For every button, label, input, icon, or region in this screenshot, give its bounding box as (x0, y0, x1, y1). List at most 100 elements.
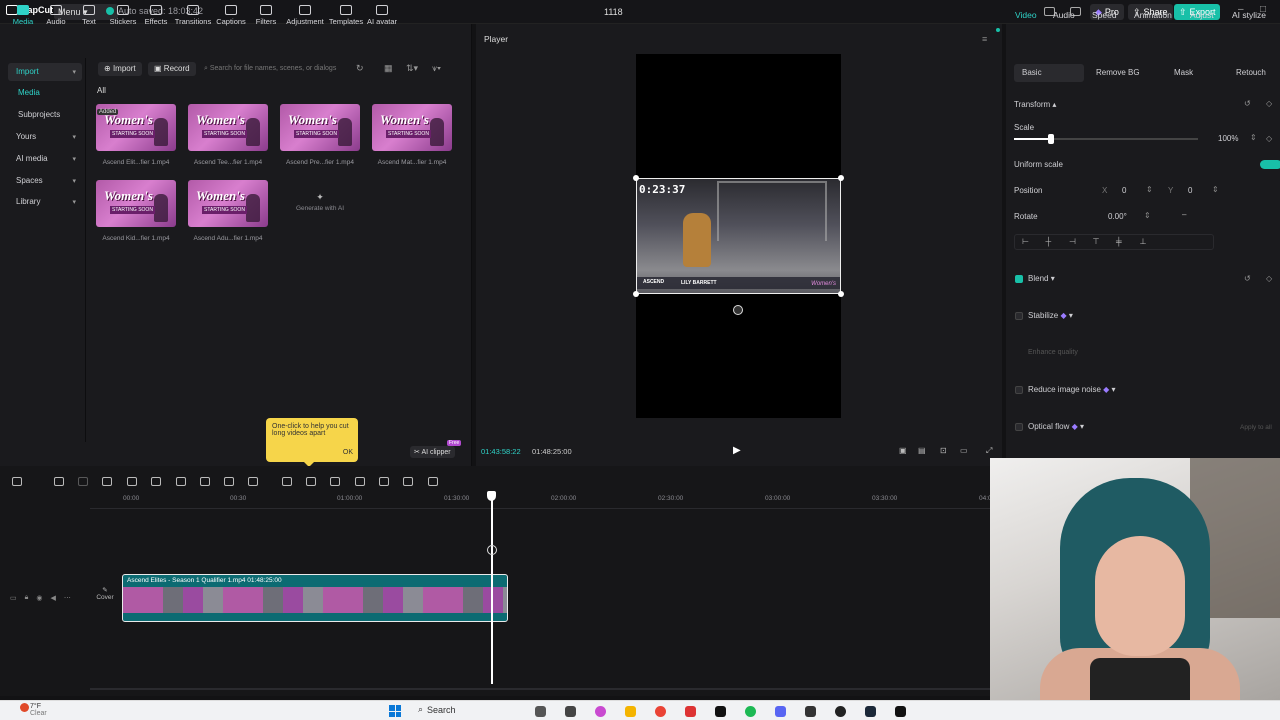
record-button[interactable]: ▣ Record (148, 62, 196, 76)
generate-ai-tile[interactable]: ✦ Generate with AI (280, 180, 360, 227)
more-icon[interactable]: ⋯ (64, 594, 71, 602)
video-track-clip[interactable]: Ascend Elites - Season 1 Qualifier 1.mp4… (122, 574, 508, 622)
playhead[interactable] (491, 494, 493, 684)
capcut-icon[interactable] (715, 706, 726, 717)
position-y-input[interactable]: 0 (1188, 186, 1192, 195)
taskbar-search[interactable]: ⌕ Search (418, 704, 456, 715)
fullscreen-icon[interactable]: ⤢ (986, 446, 992, 456)
weather-icon[interactable] (20, 703, 29, 712)
media-thumbnail[interactable]: Women's STARTING SOON (188, 180, 268, 227)
split-marker-icon[interactable] (487, 545, 497, 555)
ai-cutout-icon[interactable] (355, 477, 365, 486)
inspector-tab-animation[interactable]: Animation (1134, 10, 1172, 20)
grid-view-icon[interactable]: ▦ (384, 63, 393, 74)
inspector-subtab-remove-bg[interactable]: Remove BG (1088, 64, 1148, 82)
sidebar-item-spaces[interactable]: Spaces ▾ (8, 172, 82, 190)
discord-icon[interactable] (775, 706, 786, 717)
stabilize-header[interactable]: Stabilize ◆ ▾ (1028, 311, 1073, 320)
video-clip-preview[interactable]: 0:23:37 ASCEND LILY BARRETT Women's (636, 178, 841, 294)
media-thumbnail[interactable]: Women's STARTING SOON (188, 104, 268, 151)
noise-checkbox[interactable] (1015, 386, 1023, 394)
audio-icon[interactable]: ◀ (50, 594, 55, 602)
spotify-icon[interactable] (745, 706, 756, 717)
uniform-scale-toggle[interactable] (1260, 160, 1280, 169)
blend-header[interactable]: Blend ▾ (1028, 274, 1055, 283)
inspector-tab-adjust[interactable]: Adjust (1190, 10, 1214, 20)
tool-tab-effects[interactable]: Effects (137, 5, 175, 26)
media-search-input[interactable]: ⌕ Search for file names, scenes, or dial… (200, 62, 368, 76)
project-title[interactable]: 1118 (604, 7, 623, 17)
eye-icon[interactable]: ◉ (36, 594, 42, 602)
sidebar-item-ai-media[interactable]: AI media ▾ (8, 150, 82, 168)
optical-flow-checkbox[interactable] (1015, 423, 1023, 431)
ratio-icon[interactable]: ▭ (960, 446, 968, 455)
player-menu-icon[interactable]: ≡ (982, 34, 987, 44)
tool-tab-filters[interactable]: Filters (247, 5, 285, 26)
stabilize-checkbox[interactable] (1015, 312, 1023, 320)
lock-icon[interactable]: 🔒︎ (25, 594, 29, 602)
tool-tab-transitions[interactable]: Transitions (174, 5, 212, 26)
replace-icon[interactable] (403, 477, 413, 486)
chrome-icon[interactable] (655, 706, 666, 717)
zoom-icon[interactable]: ⊡ (940, 446, 947, 455)
ai-clipper-button[interactable]: ✂ AI clipper (410, 446, 455, 458)
more-tools-icon[interactable] (428, 477, 438, 486)
scale-slider-knob[interactable] (1047, 134, 1054, 144)
position-x-stepper-icon[interactable]: ⇕ (1146, 185, 1153, 194)
split-left-icon[interactable] (127, 477, 137, 486)
blend-keyframe-icon[interactable]: ◇ (1266, 274, 1272, 283)
capcut-active-icon[interactable] (895, 706, 906, 717)
sidebar-item-subprojects[interactable]: Subprojects (10, 106, 84, 124)
refresh-icon[interactable]: ↻ (356, 63, 364, 74)
auto-reframe-icon[interactable] (379, 477, 389, 486)
keyframe-icon[interactable]: ◇ (1266, 99, 1272, 108)
rotate-tool-icon[interactable] (330, 477, 340, 486)
speed-icon[interactable] (248, 477, 258, 486)
quality-icon[interactable]: ▤ (918, 446, 926, 455)
tool-tab-adjustment[interactable]: Adjustment (286, 5, 324, 26)
taskview-icon[interactable] (535, 706, 546, 717)
resize-handle-br[interactable] (838, 291, 844, 297)
inspector-tab-video[interactable]: Video (1015, 10, 1037, 20)
cover-button[interactable]: ✎ Cover (94, 586, 116, 610)
sidebar-item-import[interactable]: Import ▾ (8, 63, 82, 81)
split-icon[interactable] (102, 477, 112, 486)
scale-keyframe-icon[interactable]: ◇ (1266, 134, 1272, 143)
explorer-icon[interactable] (625, 706, 636, 717)
timeline-scrollbar[interactable] (90, 688, 990, 690)
media-thumbnail[interactable]: Women's STARTING SOON (280, 104, 360, 151)
sidebar-item-media[interactable]: Media (10, 84, 84, 102)
crop-icon[interactable] (224, 477, 234, 486)
inspector-tab-audio[interactable]: Audio (1053, 10, 1075, 20)
select-icon[interactable] (12, 477, 22, 486)
scale-value[interactable]: 100% (1218, 134, 1238, 143)
resize-handle-tl[interactable] (633, 175, 639, 181)
play-icon[interactable]: ▶ (733, 445, 741, 456)
tool-tab-captions[interactable]: Captions (212, 5, 250, 26)
filter-all[interactable]: All (97, 86, 106, 95)
position-x-input[interactable]: 0 (1122, 186, 1126, 195)
tool-tab-templates[interactable]: Templates (327, 5, 365, 26)
redo-icon[interactable] (78, 477, 88, 486)
inspector-tab-speed[interactable]: Speed (1092, 10, 1117, 20)
snapshot-icon[interactable]: ▣ (899, 446, 907, 455)
filter-icon[interactable]: ⩛▾ (432, 63, 441, 74)
apply-all-button[interactable]: Apply to all (1240, 424, 1272, 431)
blend-checkbox[interactable] (1015, 275, 1023, 283)
obs-icon[interactable] (805, 706, 816, 717)
copilot-icon[interactable] (595, 706, 606, 717)
media-thumbnail[interactable]: Women's STARTING SOON (372, 104, 452, 151)
reset-icon[interactable]: ↺ (1244, 99, 1251, 108)
undo-icon[interactable] (54, 477, 64, 486)
tool-tab-ai-avatar[interactable]: AI avatar (363, 5, 401, 26)
inspector-tab-ai-stylize[interactable]: AI stylize (1232, 10, 1266, 20)
app-red-icon[interactable] (685, 706, 696, 717)
steam-icon[interactable] (865, 706, 876, 717)
inspector-subtab-basic[interactable]: Basic (1014, 64, 1084, 82)
marker-icon[interactable] (200, 477, 210, 486)
noise-header[interactable]: Reduce image noise ◆ ▾ (1028, 385, 1116, 394)
tooltip-ok-button[interactable]: OK (343, 449, 353, 456)
freeze-icon[interactable] (282, 477, 292, 486)
transform-header[interactable]: Transform ▴ (1014, 100, 1056, 109)
position-y-stepper-icon[interactable]: ⇕ (1212, 185, 1219, 194)
